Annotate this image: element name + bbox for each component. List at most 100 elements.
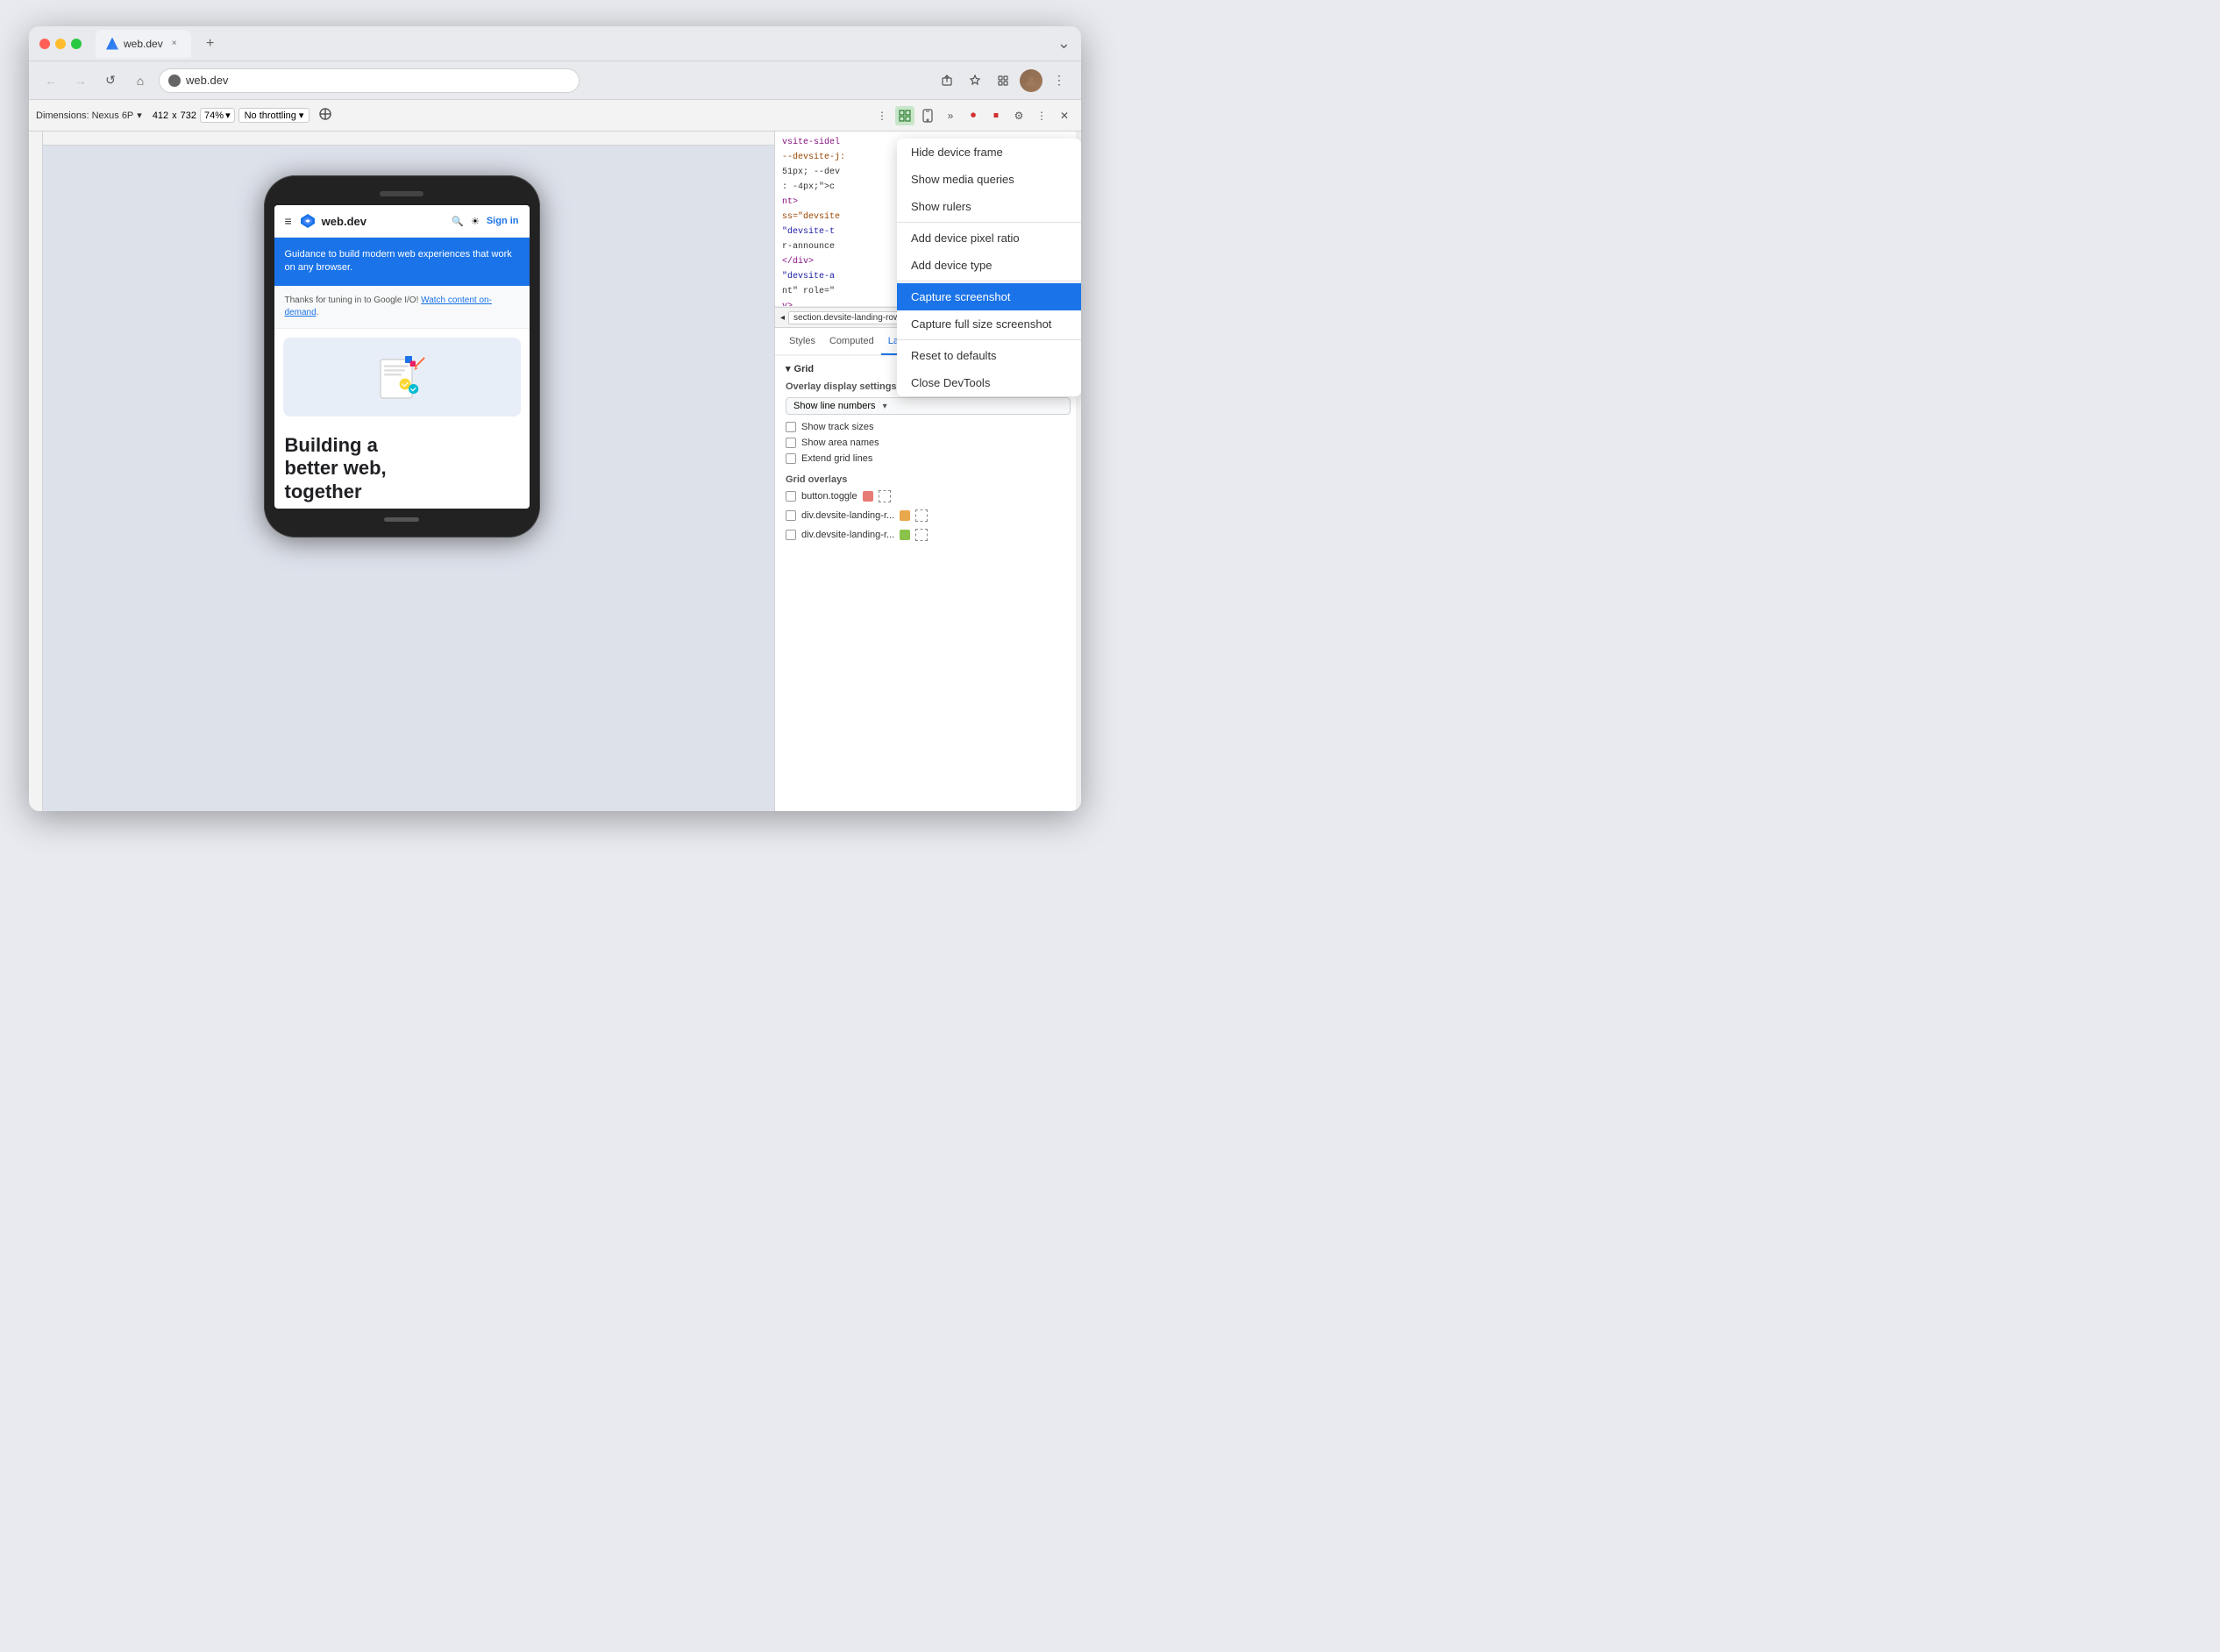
overlay-item-devsite-1: div.devsite-landing-r... <box>786 509 1071 522</box>
context-add-device-type[interactable]: Add device type <box>897 252 1081 279</box>
notice-text: Thanks for tuning in to Google I/O! Watc… <box>285 296 492 317</box>
context-menu: Hide device frame Show media queries Sho… <box>897 139 1081 396</box>
notice-link[interactable]: Watch content on-demand <box>285 296 492 317</box>
overlay-checkbox-devsite-2[interactable] <box>786 530 796 540</box>
context-show-rulers[interactable]: Show rulers <box>897 193 1081 220</box>
hamburger-icon[interactable]: ≡ <box>285 214 292 228</box>
zoom-selector[interactable]: 74% ▾ <box>200 108 235 123</box>
tab-favicon-icon <box>106 38 118 50</box>
zoom-chevron-icon: ▾ <box>225 110 231 121</box>
context-capture-screenshot[interactable]: Capture screenshot <box>897 283 1081 310</box>
tab-styles[interactable]: Styles <box>782 329 822 355</box>
webdev-notice: Thanks for tuning in to Google I/O! Watc… <box>274 286 530 329</box>
device-frame-icon[interactable] <box>918 106 937 125</box>
dropdown-label: Show line numbers <box>793 401 876 411</box>
overlay-grid-icon-devsite-1[interactable] <box>915 509 928 522</box>
show-area-names-row: Show area names <box>786 438 1071 448</box>
viewport-height[interactable]: 732 <box>181 110 196 121</box>
viewport-size: 412 x 732 <box>153 110 196 121</box>
overlay-label-devsite-2: div.devsite-landing-r... <box>801 530 894 540</box>
heading-line3: together <box>285 481 519 503</box>
grid-overlays-title: Grid overlays <box>786 474 1071 485</box>
throttle-selector[interactable]: No throttling ▾ <box>238 108 310 123</box>
url-text: web.dev <box>186 74 228 87</box>
context-add-device-pixel-ratio[interactable]: Add device pixel ratio <box>897 224 1081 252</box>
overlay-checkbox-button-toggle[interactable] <box>786 491 796 502</box>
context-divider-3 <box>897 339 1081 340</box>
devtools-menu-icon[interactable]: ⋮ <box>1032 106 1051 125</box>
context-divider-1 <box>897 222 1081 223</box>
extensions-icon[interactable] <box>992 69 1014 92</box>
devtools-toolbar: Dimensions: Nexus 6P ▾ 412 x 732 74% ▾ N… <box>29 100 1081 132</box>
record-icon[interactable]: ⏺ <box>964 106 983 125</box>
new-tab-button[interactable]: + <box>198 32 223 56</box>
show-area-names-checkbox[interactable] <box>786 438 796 448</box>
search-icon[interactable]: 🔍 <box>452 216 464 227</box>
refresh-button[interactable]: ↺ <box>99 69 122 92</box>
context-reset-defaults[interactable]: Reset to defaults <box>897 342 1081 369</box>
overlay-item-button-toggle: button.toggle <box>786 490 1071 502</box>
maximize-button[interactable] <box>71 39 82 49</box>
share-icon[interactable] <box>936 69 958 92</box>
overlay-checkbox-devsite-1[interactable] <box>786 510 796 521</box>
browser-more-icon[interactable]: ⋮ <box>1048 69 1071 92</box>
browser-tab[interactable]: web.dev × <box>96 30 191 58</box>
context-capture-full-screenshot[interactable]: Capture full size screenshot <box>897 310 1081 338</box>
devtools-more-icon[interactable]: » <box>941 106 960 125</box>
tab-title: web.dev <box>124 38 163 50</box>
throttle-chevron-icon: ▾ <box>299 110 304 121</box>
signin-link[interactable]: Sign in <box>487 216 519 226</box>
viewport-cross: x <box>172 110 177 121</box>
webdev-logo: web.dev <box>299 212 366 230</box>
overlay-grid-icon-devsite-2[interactable] <box>915 529 928 541</box>
overlay-color-devsite-2[interactable] <box>900 530 910 540</box>
breadcrumb-arrow-icon: ◂ <box>780 313 785 323</box>
home-button[interactable]: ⌂ <box>129 69 152 92</box>
no-throttling-icon <box>318 107 332 124</box>
context-hide-device-frame[interactable]: Hide device frame <box>897 139 1081 166</box>
zoom-label: 74% <box>204 110 224 121</box>
overlay-color-devsite-1[interactable] <box>900 510 910 521</box>
minimize-button[interactable] <box>55 39 66 49</box>
webdev-logo-text: web.dev <box>322 215 366 228</box>
close-devtools-icon[interactable]: ✕ <box>1055 106 1074 125</box>
phone-device: ≡ web.dev 🔍 ☀ Sign in <box>264 175 540 538</box>
context-show-media-queries[interactable]: Show media queries <box>897 166 1081 193</box>
grid-collapse-icon: ▾ <box>786 363 791 374</box>
webdev-nav-icons: 🔍 ☀ Sign in <box>452 216 518 227</box>
responsive-grid-icon[interactable] <box>895 106 914 125</box>
context-close-devtools[interactable]: Close DevTools <box>897 369 1081 396</box>
close-button[interactable] <box>39 39 50 49</box>
overlay-grid-icon-button-toggle[interactable] <box>879 490 891 502</box>
forward-button[interactable]: → <box>69 69 92 92</box>
theme-toggle-icon[interactable]: ☀ <box>471 216 480 227</box>
show-track-sizes-checkbox[interactable] <box>786 422 796 432</box>
extend-grid-lines-row: Extend grid lines <box>786 453 1071 464</box>
back-button[interactable]: ← <box>39 69 62 92</box>
ruler-left <box>29 132 43 811</box>
dropdown-chevron-icon: ▾ <box>883 402 887 411</box>
viewport-width[interactable]: 412 <box>153 110 168 121</box>
url-bar[interactable]: web.dev <box>159 68 580 93</box>
dimensions-selector[interactable]: Dimensions: Nexus 6P ▾ <box>36 110 142 121</box>
profile-avatar[interactable] <box>1020 69 1042 92</box>
phone-screen: ≡ web.dev 🔍 ☀ Sign in <box>274 205 530 509</box>
more-options-button[interactable]: ⋮ <box>872 106 892 125</box>
tab-close-icon[interactable]: × <box>168 38 181 50</box>
url-security-icon <box>168 75 181 87</box>
extend-grid-lines-checkbox[interactable] <box>786 453 796 464</box>
overlay-color-button-toggle[interactable] <box>863 491 873 502</box>
show-line-numbers-dropdown[interactable]: Show line numbers ▾ <box>786 397 1071 415</box>
overlay-label-devsite-1: div.devsite-landing-r... <box>801 510 894 521</box>
overlay-item-devsite-2: div.devsite-landing-r... <box>786 529 1071 541</box>
title-bar: web.dev × + ⌄ <box>29 26 1081 61</box>
phone-bottom <box>274 517 530 522</box>
tab-computed[interactable]: Computed <box>822 329 881 355</box>
ruler-top <box>29 132 774 146</box>
stop-icon[interactable]: ⏹ <box>986 106 1006 125</box>
window-chevron-icon[interactable]: ⌄ <box>1057 34 1071 53</box>
settings-icon[interactable]: ⚙ <box>1009 106 1028 125</box>
star-icon[interactable] <box>964 69 986 92</box>
phone-speaker <box>380 191 423 196</box>
browser-window: web.dev × + ⌄ ← → ↺ ⌂ web.dev <box>29 26 1081 811</box>
